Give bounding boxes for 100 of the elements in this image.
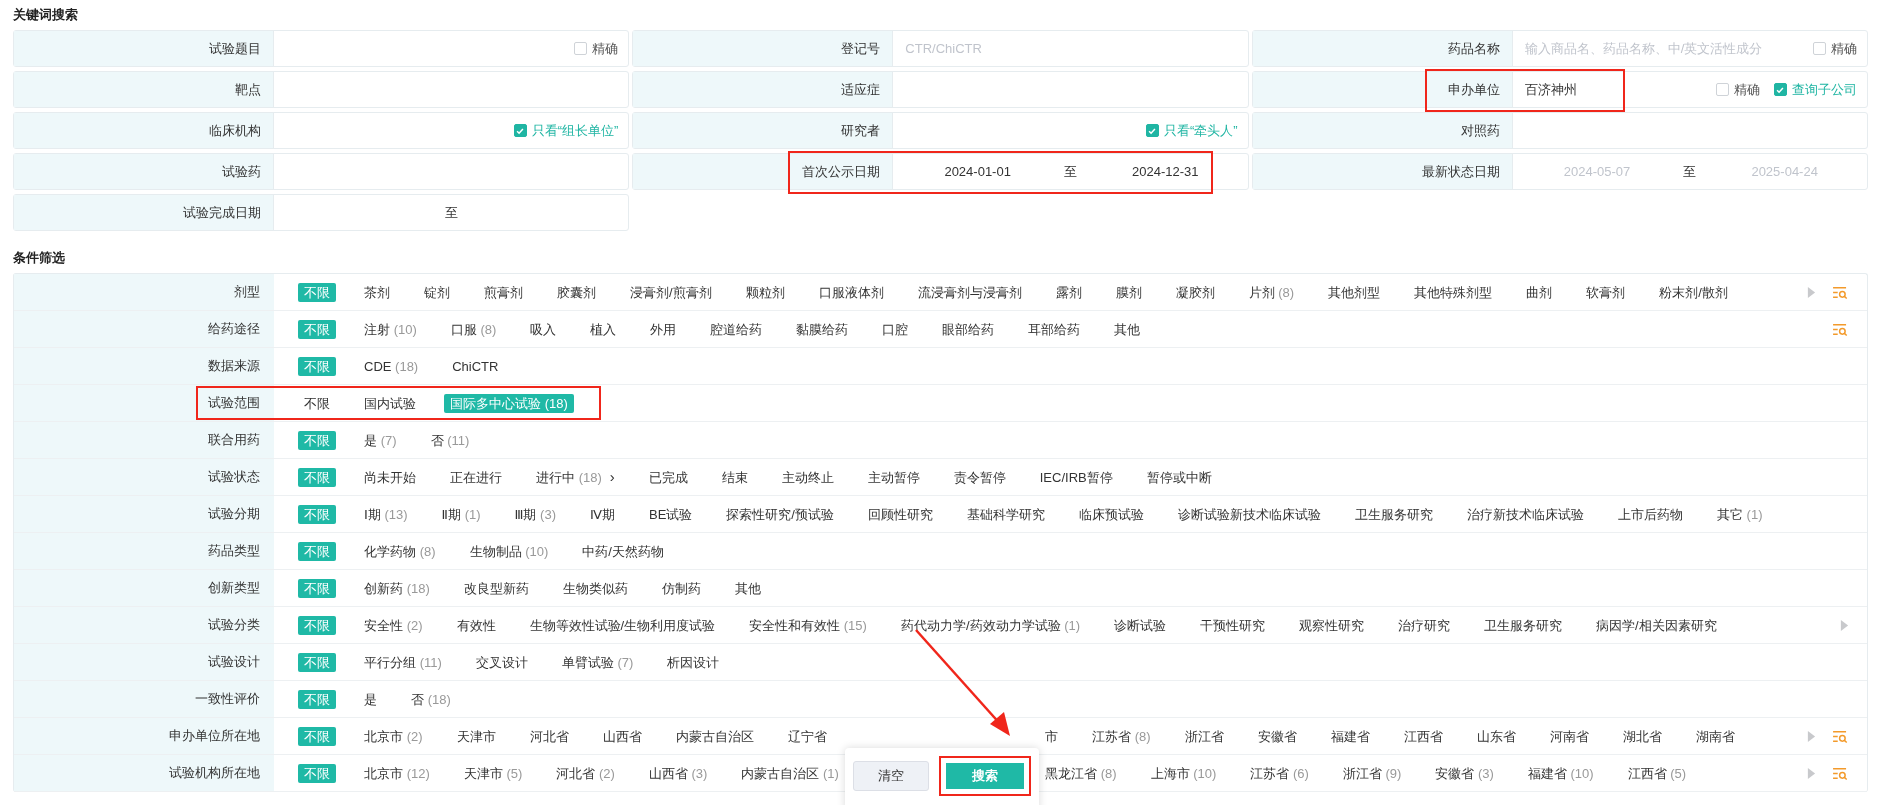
filter-option[interactable]: 腔道给药: [704, 319, 769, 339]
filter-option[interactable]: 黏膜给药: [790, 319, 855, 339]
filter-option[interactable]: 交叉设计: [469, 652, 534, 672]
filter-option[interactable]: 市: [1039, 726, 1064, 746]
filter-option[interactable]: Ⅰ期 (13): [358, 504, 414, 524]
filter-option[interactable]: 山西省 (3): [642, 763, 714, 783]
filter-option[interactable]: ChiCTR: [446, 356, 505, 376]
filter-option[interactable]: 膜剂: [1109, 282, 1148, 302]
filter-option[interactable]: 治疗研究: [1392, 615, 1457, 635]
filter-option[interactable]: 北京市 (12): [358, 763, 436, 783]
filter-option[interactable]: 浸膏剂/煎膏剂: [624, 282, 718, 302]
filter-option[interactable]: 安全性 (2): [358, 615, 429, 635]
filter-option[interactable]: 北京市 (2): [358, 726, 429, 746]
filter-option[interactable]: 临床预试验: [1072, 504, 1150, 524]
filter-option[interactable]: 责令暂停: [947, 467, 1012, 487]
filter-option[interactable]: 河北省: [523, 726, 575, 746]
filter-option[interactable]: 凝胶剂: [1169, 282, 1221, 302]
filter-option[interactable]: 基础科学研究: [960, 504, 1051, 524]
filter-option[interactable]: 浙江省: [1178, 726, 1230, 746]
filter-option[interactable]: 口腔: [876, 319, 915, 339]
filter-option[interactable]: 植入: [584, 319, 623, 339]
filter-option[interactable]: 江苏省 (6): [1244, 763, 1315, 783]
checkbox[interactable]: 精确: [1716, 80, 1760, 99]
filter-option[interactable]: 流浸膏剂与浸膏剂: [911, 282, 1028, 302]
text-input[interactable]: 输入商品名、药品名称、中/英文活性成分: [1522, 41, 1799, 56]
expand-arrow-icon[interactable]: [1807, 285, 1816, 299]
filter-option[interactable]: 有效性: [450, 615, 502, 635]
filter-option[interactable]: 露剂: [1049, 282, 1088, 302]
text-input[interactable]: 百济神州: [1522, 82, 1702, 97]
filter-option[interactable]: 软膏剂: [1580, 282, 1632, 302]
filter-option[interactable]: 江西省: [1397, 726, 1449, 746]
filter-option[interactable]: 干预性研究: [1194, 615, 1272, 635]
filter-option[interactable]: 上市后药物: [1611, 504, 1689, 524]
filter-option[interactable]: 是 (7): [358, 430, 403, 450]
filter-option[interactable]: 安徽省: [1251, 726, 1303, 746]
filter-option[interactable]: BE试验: [643, 504, 699, 524]
filter-option[interactable]: 生物制品 (10): [463, 541, 555, 561]
filter-option[interactable]: Ⅳ期: [584, 504, 621, 524]
filter-option[interactable]: IEC/IRB暂停: [1033, 467, 1119, 487]
filter-option[interactable]: 化学药物 (8): [358, 541, 442, 561]
filter-option[interactable]: 诊断试验: [1108, 615, 1173, 635]
filter-option[interactable]: 粉末剂/散剂: [1653, 282, 1734, 302]
date-input[interactable]: 2024-05-07: [1522, 164, 1670, 179]
filter-option[interactable]: 否 (11): [424, 430, 476, 450]
filter-option[interactable]: 不限: [298, 393, 336, 413]
filter-option[interactable]: 单臂试验 (7): [555, 652, 640, 672]
filter-option[interactable]: 口服 (8): [444, 319, 503, 339]
filter-option[interactable]: 其他剂型: [1322, 282, 1387, 302]
filter-option[interactable]: 观察性研究: [1293, 615, 1371, 635]
filter-option[interactable]: 上海市 (10): [1144, 763, 1223, 783]
filter-option[interactable]: 其他: [728, 578, 767, 598]
filter-option[interactable]: 福建省 (10): [1521, 763, 1600, 783]
filter-option[interactable]: 眼部给药: [936, 319, 1001, 339]
filter-option[interactable]: 已完成: [642, 467, 694, 487]
filter-option[interactable]: 治疗新技术临床试验: [1460, 504, 1590, 524]
checkbox[interactable]: 精确: [574, 39, 619, 58]
filter-option[interactable]: 进行中 (18) ›: [530, 467, 621, 487]
filter-option[interactable]: 内蒙古自治区: [669, 726, 760, 746]
filter-option[interactable]: 正在进行: [444, 467, 508, 487]
expand-arrow-icon[interactable]: [1807, 766, 1816, 780]
filter-option[interactable]: 茶剂: [358, 282, 396, 302]
filter-option[interactable]: 其他: [1108, 319, 1147, 339]
filter-option[interactable]: 浙江省 (9): [1336, 763, 1408, 783]
filter-option[interactable]: 卫生服务研究: [1348, 504, 1439, 524]
filter-option[interactable]: 江苏省 (8): [1086, 726, 1157, 746]
filter-option[interactable]: 湖南省: [1689, 726, 1741, 746]
filter-option[interactable]: 天津市 (5): [457, 763, 529, 783]
filter-option[interactable]: 回顾性研究: [861, 504, 939, 524]
filter-option[interactable]: 河北省 (2): [550, 763, 621, 783]
text-input[interactable]: CTR/ChiCTR: [903, 41, 1238, 56]
filter-option[interactable]: 暂停或中断: [1140, 467, 1218, 487]
filter-option[interactable]: 天津市: [450, 726, 502, 746]
filter-search-icon[interactable]: [1832, 729, 1849, 743]
filter-option[interactable]: 改良型新药: [457, 578, 535, 598]
filter-option[interactable]: 卫生服务研究: [1478, 615, 1569, 635]
filter-option[interactable]: 是: [358, 689, 383, 709]
filter-option[interactable]: 生物等效性试验/生物利用度试验: [523, 615, 722, 635]
filter-option[interactable]: 主动终止: [775, 467, 840, 487]
filter-option[interactable]: 其它 (1): [1710, 504, 1769, 524]
filter-option[interactable]: 山西省: [596, 726, 648, 746]
filter-option[interactable]: 湖北省: [1616, 726, 1668, 746]
date-input[interactable]: 2024-12-31: [1091, 164, 1238, 179]
filter-option[interactable]: 安徽省 (3): [1429, 763, 1500, 783]
date-input[interactable]: 2024-01-01: [903, 164, 1050, 179]
checkbox[interactable]: 精确: [1813, 39, 1857, 58]
expand-arrow-icon[interactable]: [1840, 618, 1849, 632]
filter-option[interactable]: 否 (18): [405, 689, 457, 709]
filter-search-icon[interactable]: [1832, 322, 1849, 336]
filter-option[interactable]: 创新药 (18): [358, 578, 436, 598]
filter-option[interactable]: 河南省: [1543, 726, 1595, 746]
filter-option[interactable]: 辽宁省: [781, 726, 833, 746]
filter-option[interactable]: 颗粒剂: [739, 282, 791, 302]
filter-option[interactable]: 主动暂停: [861, 467, 926, 487]
filter-option[interactable]: 注射 (10): [358, 319, 423, 339]
filter-option[interactable]: 江西省 (5): [1621, 763, 1693, 783]
filter-option[interactable]: 尚未开始: [358, 467, 422, 487]
filter-option[interactable]: 口服液体剂: [812, 282, 890, 302]
filter-option[interactable]: 平行分组 (11): [358, 652, 448, 672]
date-input[interactable]: 2025-04-24: [1710, 164, 1857, 179]
filter-option[interactable]: 曲剂: [1520, 282, 1559, 302]
